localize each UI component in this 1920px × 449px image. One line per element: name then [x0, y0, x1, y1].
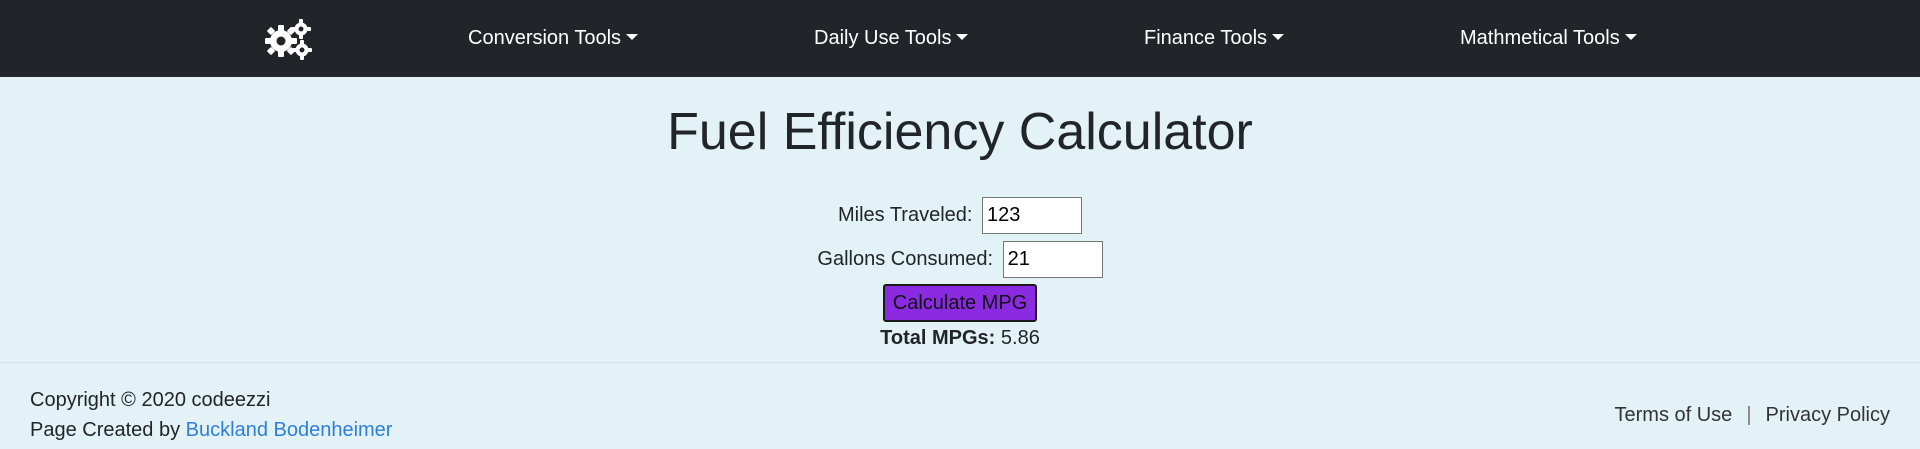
result-label: Total MPGs: [880, 327, 996, 349]
credit-prefix: Page Created by [30, 419, 181, 441]
nav-item-label: Finance Tools [1144, 27, 1268, 49]
result-value: 5.86 [1000, 327, 1040, 349]
gallons-row: Gallons Consumed: [0, 241, 1920, 278]
nav-item-label: Mathmetical Tools [1460, 27, 1620, 49]
footer-separator: | [1746, 404, 1752, 426]
footer-divider [0, 362, 1920, 363]
nav-item-label: Daily Use Tools [814, 27, 952, 49]
button-wrap: Calculate MPG [0, 284, 1920, 322]
copyright: Copyright © 2020 codeezzi [30, 389, 271, 411]
miles-input[interactable] [982, 197, 1083, 234]
caret-down-icon [626, 34, 639, 40]
navbar: Conversion Tools Daily Use Tools Finance… [0, 0, 1920, 77]
gallons-input[interactable] [1002, 241, 1103, 278]
nav-item-label: Conversion Tools [468, 27, 622, 49]
footer-links: Terms of Use | Privacy Policy [1615, 403, 1891, 427]
miles-label: Miles Traveled: [837, 204, 973, 226]
gears-icon[interactable] [264, 18, 312, 60]
nav-conversion-tools[interactable]: Conversion Tools [468, 26, 639, 50]
miles-row: Miles Traveled: [0, 197, 1920, 234]
nav-finance-tools[interactable]: Finance Tools [1144, 26, 1285, 50]
result: Total MPGs: 5.86 [0, 326, 1920, 350]
caret-down-icon [1272, 34, 1285, 40]
caret-down-icon [1624, 34, 1637, 40]
privacy-link[interactable]: Privacy Policy [1766, 404, 1890, 426]
gallons-label: Gallons Consumed: [817, 248, 994, 270]
caret-down-icon [956, 34, 969, 40]
calculate-mpg-button[interactable]: Calculate MPG [882, 284, 1038, 322]
author-link[interactable]: Buckland Bodenheimer [186, 419, 393, 441]
nav-daily-use-tools[interactable]: Daily Use Tools [814, 26, 969, 50]
terms-link[interactable]: Terms of Use [1615, 404, 1733, 426]
credit: Page Created by Buckland Bodenheimer [30, 418, 392, 442]
page-title: Fuel Efficiency Calculator [667, 103, 1253, 161]
nav-mathmetical-tools[interactable]: Mathmetical Tools [1460, 26, 1637, 50]
